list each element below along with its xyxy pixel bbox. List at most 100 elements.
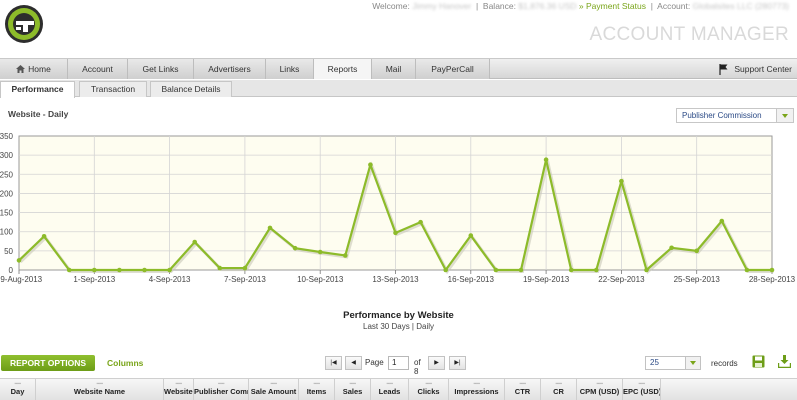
balance-label: Balance: [482,1,516,11]
column-header[interactable]: ▪▪▪▪▪ Sale Amount [249,379,299,400]
column-header[interactable]: ▪▪▪▪▪ Leads [371,379,409,400]
column-header[interactable]: ▪▪▪▪▪ CTR [505,379,541,400]
prev-page-icon: ◀ [351,360,356,366]
tab-performance[interactable]: Performance [0,81,75,98]
data-point [41,234,47,239]
data-point [518,267,524,273]
data-point [242,265,248,271]
x-tick-label: 25-Sep-2013 [674,275,721,284]
column-header[interactable]: ▪▪▪▪▪ Sales [335,379,371,400]
column-header-label: Website ID [164,387,193,396]
columns-link[interactable]: Columns [107,358,143,368]
y-tick-label: 350 [0,132,14,141]
data-point [343,253,348,258]
nav-mail-label: Mail [385,64,402,74]
first-page-button[interactable]: |◀ [325,356,342,370]
data-point [669,245,674,251]
data-point [493,267,499,273]
y-tick-label: 200 [0,189,14,198]
chevron-down-icon [685,357,700,369]
data-point [117,267,122,273]
data-point [167,267,172,273]
account-label: Account: [657,1,691,11]
data-point [192,239,197,245]
data-point [644,267,649,273]
account-info-bar: Welcome: Jimmy Hanover | Balance: $1,876… [372,1,789,11]
data-point [543,157,549,163]
records-per-page-select[interactable]: 25 [645,356,701,370]
home-icon [16,65,26,73]
y-tick-label: 100 [0,228,14,237]
nav-links-label: Links [279,64,300,74]
data-point [92,267,97,273]
column-header[interactable]: ▪▪▪▪▪ CR [541,379,577,400]
nav-mail[interactable]: Mail [372,59,416,79]
payment-status-link[interactable]: » Payment Status [579,1,646,11]
performance-subtitle: Last 30 Days | Daily [363,322,434,331]
nav-account[interactable]: Account [68,59,128,79]
tab-transaction-label: Transaction [90,84,136,94]
report-options-button[interactable]: REPORT OPTIONS [1,355,95,371]
column-header[interactable]: ▪▪▪▪▪ Items [299,379,335,400]
download-icon[interactable] [778,355,791,368]
y-tick-label: 150 [0,209,14,218]
x-tick-label: 10-Sep-2013 [297,275,344,284]
y-tick-label: 300 [0,151,14,160]
column-header-label: EPC (USD) [623,387,661,396]
tab-balance-details-label: Balance Details [161,84,221,94]
column-header-label: Impressions [454,387,499,396]
page-input[interactable]: 1 [388,356,409,370]
column-header[interactable]: ▪▪▪▪▪ Clicks [409,379,449,400]
nav-advertisers[interactable]: Advertisers [194,59,266,79]
column-header-label: Sales [342,387,363,396]
column-header[interactable]: ▪▪▪▪▪ Day [0,379,36,400]
data-point [393,230,398,236]
data-point [217,265,223,271]
column-header[interactable]: ▪▪▪▪▪ EPC (USD) [623,379,661,400]
data-point [292,245,298,251]
x-tick-label: 1-Sep-2013 [73,275,115,284]
save-icon[interactable] [752,355,765,368]
x-tick-label: 7-Sep-2013 [224,275,266,284]
nav-reports[interactable]: Reports [314,59,372,79]
y-tick-label: 250 [0,170,14,179]
last-page-button[interactable]: ▶| [449,356,466,370]
data-point [142,267,147,273]
column-header-label: Items [306,387,327,396]
main-nav: Home Account Get Links Advertisers Links… [0,58,797,79]
next-page-icon: ▶ [434,360,439,366]
column-header[interactable]: ▪▪▪▪▪Publisher Commission [194,379,249,400]
data-point [317,249,323,255]
column-header[interactable]: ▪▪▪▪▪ Website Name [36,379,164,400]
metric-select[interactable]: Publisher Commission [676,108,794,123]
tab-performance-label: Performance [11,84,64,94]
column-header-label: Website Name [73,387,126,396]
line-chart: 0 50 100 150 200 250 300 350 29-Aug-2013 1-Sep-20… [0,132,796,284]
tab-transaction[interactable]: Transaction [79,81,147,97]
data-point [368,162,373,168]
support-center-link[interactable]: Support Center [719,59,792,79]
column-header-label: CTR [514,387,531,396]
x-tick-label: 4-Sep-2013 [149,275,191,284]
column-header-label: CR [553,387,564,396]
nav-get-links[interactable]: Get Links [128,59,194,79]
performance-title: Performance by Website [343,310,454,321]
column-header[interactable]: ▪▪▪▪▪ CPM (USD) [577,379,623,400]
nav-home[interactable]: Home [0,59,68,79]
nav-account-label: Account [82,64,113,74]
tab-balance-details[interactable]: Balance Details [150,81,232,97]
prev-page-button[interactable]: ◀ [345,356,362,370]
data-point [694,248,699,254]
column-header[interactable]: ▪▪▪▪▪Website ID [164,379,194,400]
x-tick-label: 13-Sep-2013 [372,275,419,284]
nav-home-label: Home [28,64,51,74]
nav-links[interactable]: Links [266,59,314,79]
nav-paypercall-label: PayPerCall [431,64,474,74]
data-point [418,219,423,225]
data-point [66,267,72,273]
column-header[interactable]: ▪▪▪▪▪ Impressions [449,379,505,400]
next-page-button[interactable]: ▶ [428,356,445,370]
page-count-label: of 8 [414,358,421,376]
nav-paypercall[interactable]: PayPerCall [416,59,490,79]
column-header-label: Day [10,387,25,396]
